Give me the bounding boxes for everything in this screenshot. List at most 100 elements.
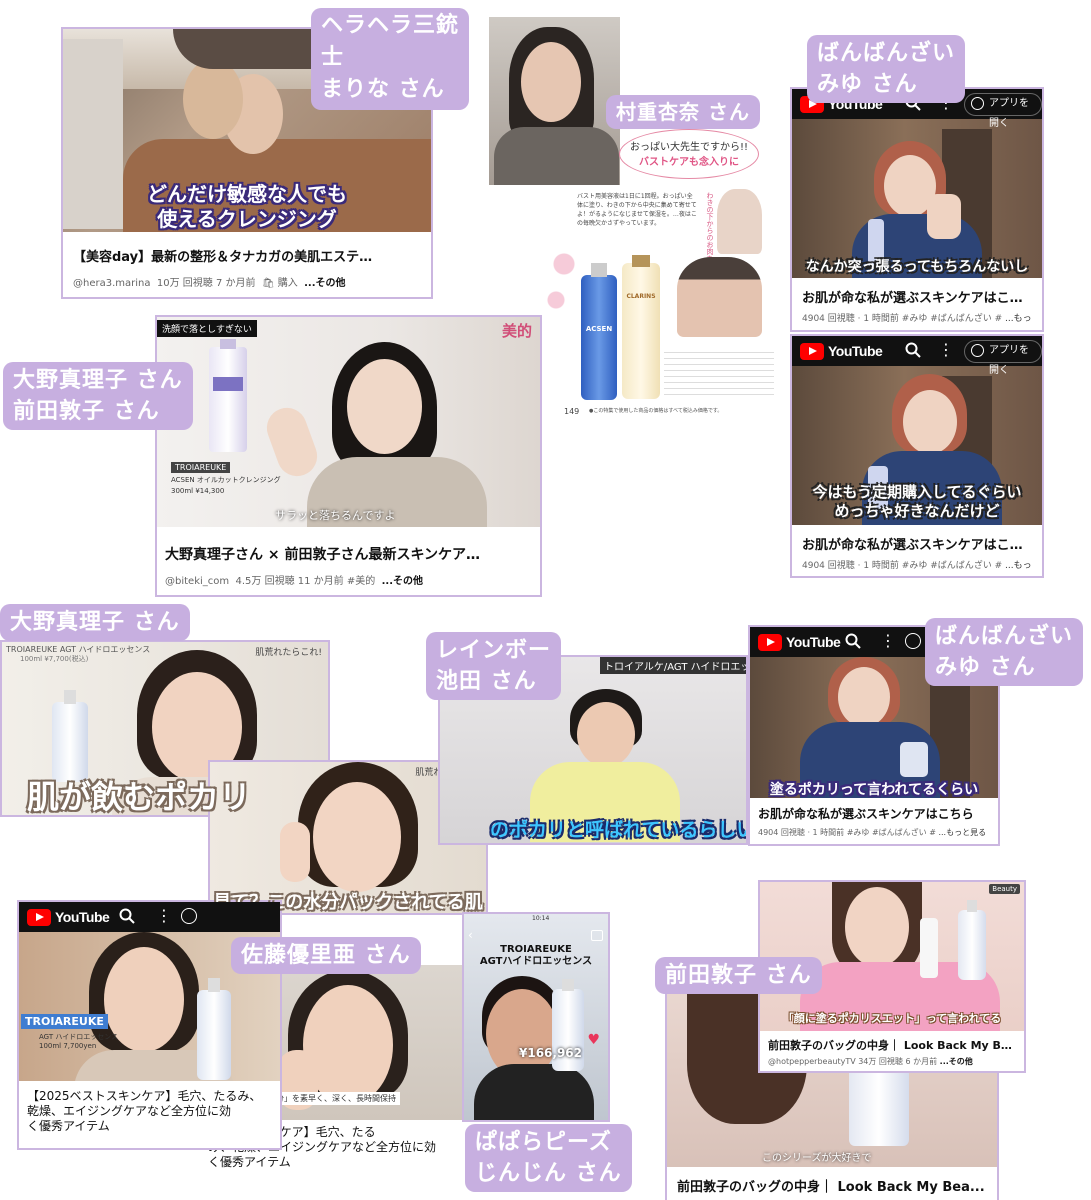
creator-label-papara: ぱぱらピーズ じんじん さん xyxy=(465,1124,632,1192)
portrait-photo xyxy=(489,17,620,185)
search-icon[interactable] xyxy=(119,908,135,924)
creator-label-banbanzai-2: ばんばんざい みゆ さん xyxy=(925,618,1084,686)
video-meta: 前田敦子のバッグの中身｜ Look Back My Bea... xyxy=(667,1167,997,1200)
shopping-bag-icon: 🛍 xyxy=(261,278,275,289)
more-vert-icon[interactable]: ⋮ xyxy=(938,341,954,359)
thumbnail-caption: なんか突っ張るってもちろんないし xyxy=(805,259,1029,275)
creator-label-herahera: ヘラヘラ三銃 士 まりな さん xyxy=(311,8,470,110)
channel-handle[interactable]: @biteki_com xyxy=(165,576,229,587)
product-price: 100ml ¥7,700(税込) xyxy=(20,655,89,663)
more-link[interactable]: ...もっと見る xyxy=(1005,314,1032,324)
model-photo-top xyxy=(717,189,762,254)
flower-decoration xyxy=(544,237,584,327)
product-bottle xyxy=(197,978,231,1080)
video-meta: お肌が命な私が選ぶスキンケアはこちら 4904 回視聴 · 1 時間前 #みゆ … xyxy=(792,278,1042,330)
search-icon[interactable] xyxy=(905,342,921,358)
status-time: 10:14 xyxy=(532,915,550,922)
speech-bubble: おっぱい大先生ですから!! バストケアも念入りに xyxy=(619,129,759,179)
thumbnail-caption: 「顔に塗るポカリスエット」って言われてる xyxy=(782,1012,1002,1025)
video-thumbnail[interactable]: 10:14 ‹ TROIAREUKE AGTハイドロエッセンス ¥166,962… xyxy=(464,914,608,1120)
page-number: 149 xyxy=(564,407,580,416)
open-app-button[interactable]: アプリを開く xyxy=(964,93,1042,129)
video-subtitle: サラッと落ちるんですよ xyxy=(275,509,396,522)
youtube-play-icon xyxy=(800,342,824,360)
video-subtitle: このシリーズが大好きで xyxy=(762,1153,872,1164)
account-icon[interactable] xyxy=(905,633,921,649)
creator-label-murashige: 村重杏奈 さん xyxy=(606,95,760,129)
camera-icon[interactable] xyxy=(591,930,603,941)
buy-link[interactable]: 購入 xyxy=(278,278,298,289)
video-meta: 【2025ベストスキンケア】毛穴、たるみ、乾燥、エイジングケアなど全方位に効 く… xyxy=(19,1081,280,1148)
thumbnail-caption: 肌が飲むポカリ xyxy=(27,778,252,815)
youtube-app-bar: YouTube ⋮ アプリを開く xyxy=(792,336,1042,376)
thumbnail-caption: 塗るポカリって言われてるくらい xyxy=(769,782,979,798)
youtube-logo[interactable]: YouTube xyxy=(758,633,841,651)
corner-brand: Beauty xyxy=(989,884,1020,894)
search-icon[interactable] xyxy=(845,633,861,649)
video-title[interactable]: 前田敦子のバッグの中身｜ Look Back My Bea... xyxy=(677,1176,987,1195)
video-title[interactable]: お肌が命な私が選ぶスキンケアはこちら xyxy=(758,805,990,822)
thumbnail-caption: のポカリと呼ばれているらしい xyxy=(490,819,746,841)
video-title[interactable]: 【美容day】最新の整形＆タナカガの美肌エステ… xyxy=(73,246,421,265)
video-meta: 大野真理子さん × 前田敦子さん最新スキンケア… @biteki_com 4.5… xyxy=(157,527,540,595)
product-price: 300ml ¥14,300 xyxy=(171,487,225,495)
top-tag: 洗顔で落としすぎない xyxy=(157,320,257,337)
more-vert-icon[interactable]: ⋮ xyxy=(880,632,896,650)
magazine-body-text: バスト用美容液は1日に1回程。おっぱい全体に塗り、わきの下から中央に集めて寄せて… xyxy=(577,193,697,227)
creator-label-banbanzai-1: ばんばんざい みゆ さん xyxy=(807,35,966,103)
creator-label-rainbow: レインボー 池田 さん xyxy=(426,632,562,700)
video-card-jinjin[interactable]: 10:14 ‹ TROIAREUKE AGTハイドロエッセンス ¥166,962… xyxy=(462,912,610,1122)
corner-note: 肌荒れたらこれ! xyxy=(255,648,322,658)
product-bottle xyxy=(52,690,88,782)
video-title[interactable]: 大野真理子さん × 前田敦子さん最新スキンケア… xyxy=(165,544,532,564)
more-link[interactable]: ...その他 xyxy=(382,576,423,587)
brand-logo: 美的 xyxy=(501,322,532,340)
channel-handle[interactable]: @hera3.marina xyxy=(73,278,151,289)
account-icon[interactable] xyxy=(181,908,197,924)
more-link[interactable]: ...その他 xyxy=(940,1057,973,1066)
video-meta: お肌が命な私が選ぶスキンケアはこちら 4904 回視聴 · 1 時間前 #みゆ … xyxy=(792,525,1042,576)
like-icon[interactable]: ♥ xyxy=(587,1032,600,1048)
video-stats: @hera3.marina 10万 回視聴 7 か月前 🛍 購入 ...その他 xyxy=(73,278,346,289)
video-card-miyu-1[interactable]: YouTube ⋮ アプリを開く なんか突っ張るってもちろんないし お肌が命な私… xyxy=(790,87,1044,332)
video-title[interactable]: 【2025ベストスキンケア】毛穴、たるみ、乾燥、エイジングケアなど全方位に効 く… xyxy=(27,1089,272,1134)
more-link[interactable]: ...もっと見る xyxy=(1005,561,1032,571)
video-meta: 【美容day】最新の整形＆タナカガの美肌エステ… @hera3.marina 1… xyxy=(63,232,431,297)
video-title[interactable]: お肌が命な私が選ぶスキンケアはこちら xyxy=(802,534,1032,553)
magazine-footer: ●この特集で使用した商品の価格はすべて税込み価格です。 xyxy=(589,408,723,414)
product-bottle xyxy=(209,339,247,452)
video-meta: 前田敦子のバッグの中身｜ Look Back My Bea... @hotpep… xyxy=(760,1031,1024,1071)
creator-label-ono-maeda: 大野真理子 さん 前田敦子 さん xyxy=(3,362,193,430)
more-link[interactable]: ...その他 xyxy=(304,278,345,289)
video-card-biteki[interactable]: 洗顔で落としすぎない 美的 TROIAREUKE ACSEN オイルカットクレン… xyxy=(155,315,542,597)
product-info-text xyxy=(664,347,774,397)
video-title[interactable]: 前田敦子のバッグの中身｜ Look Back My Bea... xyxy=(768,1037,1016,1053)
video-title[interactable]: お肌が命な私が選ぶスキンケアはこちら xyxy=(802,287,1032,306)
account-icon xyxy=(971,344,984,357)
video-meta: お肌が命な私が選ぶスキンケアはこちら 4904 回視聴 · 1 時間前 #みゆ … xyxy=(750,798,998,844)
price-overlay: ¥166,962 xyxy=(519,1046,583,1060)
thumbnail-caption: どんだけ敏感な人でも 使えるクレンジング xyxy=(147,182,347,231)
youtube-play-icon xyxy=(758,633,782,651)
product-name: AGT ハイドロエッセンス xyxy=(39,1033,119,1041)
account-icon xyxy=(971,97,984,110)
youtube-logo[interactable]: YouTube xyxy=(800,342,883,360)
more-vert-icon[interactable]: ⋮ xyxy=(156,907,172,925)
open-app-button[interactable]: アプリを開く xyxy=(964,340,1042,376)
tube-product xyxy=(920,918,938,978)
video-thumbnail[interactable]: なんか突っ張るってもちろんないし xyxy=(792,119,1042,282)
more-link[interactable]: ...もっと見る xyxy=(938,828,986,837)
video-card-miyu-2[interactable]: YouTube ⋮ アプリを開く 今はもう定期購入してるぐらい めっちゃ好きなん… xyxy=(790,334,1044,578)
youtube-logo[interactable]: YouTube xyxy=(27,908,110,926)
product-bottle-acsen: ACSEN xyxy=(581,263,617,400)
video-thumbnail[interactable]: 洗顔で落としすぎない 美的 TROIAREUKE ACSEN オイルカットクレン… xyxy=(157,317,540,531)
video-thumbnail[interactable]: 今はもう定期購入してるぐらい めっちゃ好きなんだけど xyxy=(792,366,1042,529)
product-name: ACSEN オイルカットクレンジング xyxy=(171,476,281,484)
reel-header: TROIAREUKE AGTハイドロエッセンス xyxy=(479,944,593,967)
top-text: トロイアルケ/AGT ハイドロエッ xyxy=(600,657,746,674)
youtube-play-icon xyxy=(27,908,51,926)
creator-label-ono: 大野真理子 さん xyxy=(0,604,190,641)
back-icon[interactable]: ‹ xyxy=(468,928,473,942)
model-photo-bottom xyxy=(677,257,762,337)
creator-label-sato: 佐藤優里亜 さん xyxy=(231,937,421,974)
